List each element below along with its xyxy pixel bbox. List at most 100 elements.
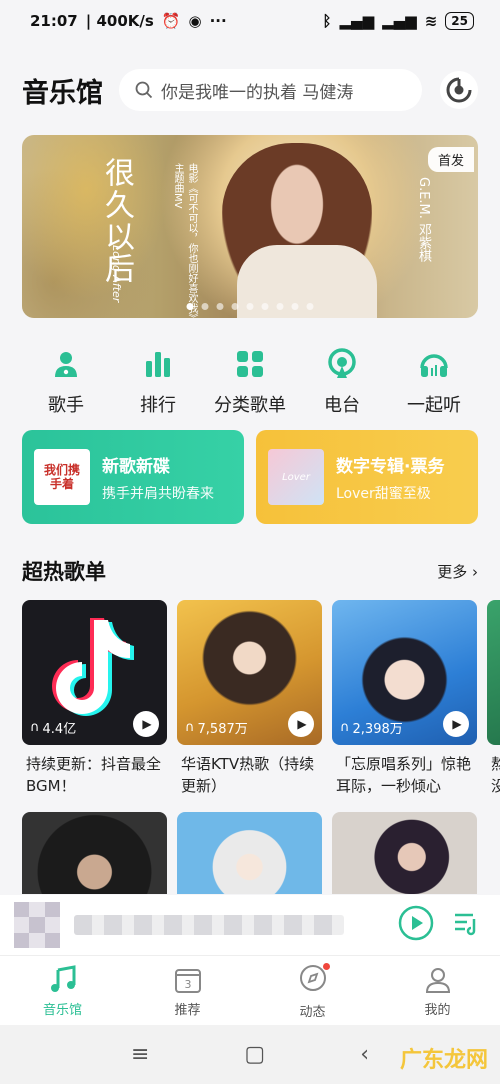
carousel-dots (186, 303, 314, 310)
carousel-dot[interactable] (306, 303, 314, 310)
playlist-row-2 (22, 812, 500, 894)
carousel-dot[interactable] (231, 303, 239, 310)
more-dots-icon: ··· (209, 12, 227, 30)
carousel-dot[interactable] (201, 303, 209, 310)
tab-activity[interactable]: 动态 (250, 956, 375, 1026)
playlist-cover (487, 600, 500, 745)
tab-music-hall[interactable]: 音乐馆 (0, 956, 125, 1026)
chevron-right-icon: › (472, 562, 478, 581)
category-chart[interactable]: 排行 (118, 345, 198, 417)
banner-english-title: Long After (110, 245, 123, 303)
play-icon: ▶ (297, 717, 307, 731)
promo-title: 数字专辑·票务 (336, 456, 445, 477)
headphones-small-icon: ∩ (185, 720, 195, 735)
banner-subtitle: 电影《可不可以，你也刚好喜欢我》主题曲MV (172, 163, 197, 318)
mini-play-button[interactable] (398, 905, 434, 945)
music-recognition-button[interactable] (440, 71, 478, 109)
now-playing-artwork (14, 902, 60, 948)
category-radio[interactable]: 电台 (302, 345, 382, 417)
carousel-dot[interactable] (261, 303, 269, 310)
tab-label: 我的 (424, 1002, 451, 1018)
status-time: 21:07 (30, 12, 78, 30)
page-title: 音乐馆 (22, 77, 103, 109)
playlist-title: 「忘原唱系列」惊艳耳际，一秒倾心 (336, 755, 472, 795)
playlist-title: 华语KTV热歌（持续更新） (181, 755, 315, 795)
headphones-small-icon: ∩ (30, 720, 40, 735)
promo-thumb: Lover (268, 449, 324, 505)
play-icon: ▶ (452, 717, 462, 731)
chart-bars-icon (143, 345, 173, 383)
watermark: 广东龙网 (399, 1048, 488, 1073)
carousel-dot[interactable] (246, 303, 254, 310)
play-count: ∩ 4.4亿 (30, 720, 77, 737)
category-singer[interactable]: 歌手 (26, 345, 106, 417)
play-circle-icon (398, 905, 434, 941)
status-speed: | 400K/s (85, 12, 154, 30)
carousel-dot[interactable] (276, 303, 284, 310)
home-icon[interactable]: ▢ (244, 1042, 265, 1067)
promo-card-new-songs[interactable]: 我们携手着 新歌新碟 携手并肩共盼春来 (22, 430, 244, 524)
promo-subtitle: 携手并肩共盼春来 (102, 485, 214, 502)
play-button[interactable]: ▶ (288, 711, 314, 737)
playlist-title: 持续更新：抖音最全BGM！ (26, 755, 162, 795)
signal-2-icon: ▂▄▆ (382, 12, 417, 30)
playlist-cover[interactable] (177, 812, 322, 894)
recognize-icon (446, 77, 472, 103)
bottom-tab-bar: 音乐馆 3 推荐 动态 我的 (0, 955, 500, 1026)
banner-artist: G.E.M. 邓紫棋 (416, 177, 431, 263)
promo-thumb-text: Lover (282, 471, 310, 483)
play-button[interactable]: ▶ (443, 711, 469, 737)
menu-icon[interactable]: ≡ (131, 1042, 149, 1067)
play-count: ∩ 2,398万 (340, 720, 403, 737)
playlist-title: 熬没 (491, 755, 500, 795)
carousel-dot[interactable] (291, 303, 299, 310)
headphones-icon (418, 345, 450, 383)
category-label: 排行 (140, 395, 176, 416)
banner-carousel[interactable]: 很久以后 电影《可不可以，你也刚好喜欢我》主题曲MV Long After G.… (22, 135, 478, 318)
promo-subtitle: Lover甜蜜至极 (336, 485, 431, 502)
play-icon: ▶ (142, 717, 152, 731)
header: 音乐馆 你是我唯一的执着 马健涛 (22, 66, 478, 114)
signal-icon: ▂▄▆ (339, 12, 375, 30)
headphones-small-icon: ∩ (340, 720, 350, 735)
status-bar: 21:07 | 400K/s ⏰ ◉ ··· ᛒ ▂▄▆ ▂▄▆ ≋ 25 (0, 0, 500, 42)
promo-card-digital-album[interactable]: Lover 数字专辑·票务 Lover甜蜜至极 (256, 430, 478, 524)
playlist-cover: ∩ 4.4亿 ▶ (22, 600, 167, 745)
category-listen-together[interactable]: 一起听 (394, 345, 474, 417)
more-link[interactable]: 更多 › (437, 561, 478, 582)
playlist-card[interactable]: ∩ 2,398万 ▶ 「忘原唱系列」惊艳耳际，一秒倾心 (332, 600, 477, 797)
battery-icon: 25 (445, 12, 474, 30)
tab-recommend[interactable]: 3 推荐 (125, 956, 250, 1026)
tab-label: 音乐馆 (42, 1002, 82, 1018)
playlist-card[interactable]: ∩ 4.4亿 ▶ 持续更新：抖音最全BGM！ (22, 600, 167, 797)
search-bar[interactable]: 你是我唯一的执着 马健涛 (119, 69, 422, 111)
mini-player[interactable] (0, 895, 500, 955)
play-count: ∩ 7,587万 (185, 720, 248, 737)
play-button[interactable]: ▶ (133, 711, 159, 737)
bluetooth-icon: ᛒ (322, 12, 332, 30)
alarm-icon: ⏰ (161, 12, 181, 30)
carousel-dot[interactable] (186, 303, 194, 310)
playlist-cover: ∩ 2,398万 ▶ (332, 600, 477, 745)
category-label: 分类歌单 (214, 395, 286, 416)
playlist-cover[interactable] (22, 812, 167, 894)
globe-icon: ◉ (188, 12, 202, 30)
back-icon[interactable]: ‹ (360, 1042, 369, 1067)
carousel-dot[interactable] (216, 303, 224, 310)
promo-title: 新歌新碟 (102, 456, 170, 477)
category-nav: 歌手 排行 分类歌单 电台 一起听 (0, 345, 500, 417)
playlist-card[interactable]: 熬没 (487, 600, 500, 797)
person-icon (425, 967, 450, 993)
playlist-row: ∩ 4.4亿 ▶ 持续更新：抖音最全BGM！ ∩ 7,587万 ▶ 华语KTV热歌（… (22, 600, 500, 820)
playlist-queue-button[interactable] (452, 909, 480, 941)
section-title: 超热歌单 (22, 560, 106, 584)
tab-label: 动态 (299, 1004, 326, 1020)
playlist-cover[interactable] (332, 812, 477, 894)
banner-badge: 首发 (427, 147, 474, 172)
category-label: 电台 (324, 395, 360, 416)
playlist-card[interactable]: ∩ 7,587万 ▶ 华语KTV热歌（持续更新） (177, 600, 322, 797)
promo-thumb: 我们携手着 (34, 449, 90, 505)
promo-thumb-text: 我们携手着 (43, 463, 80, 491)
category-playlists[interactable]: 分类歌单 (210, 345, 290, 417)
tab-mine[interactable]: 我的 (375, 956, 500, 1026)
